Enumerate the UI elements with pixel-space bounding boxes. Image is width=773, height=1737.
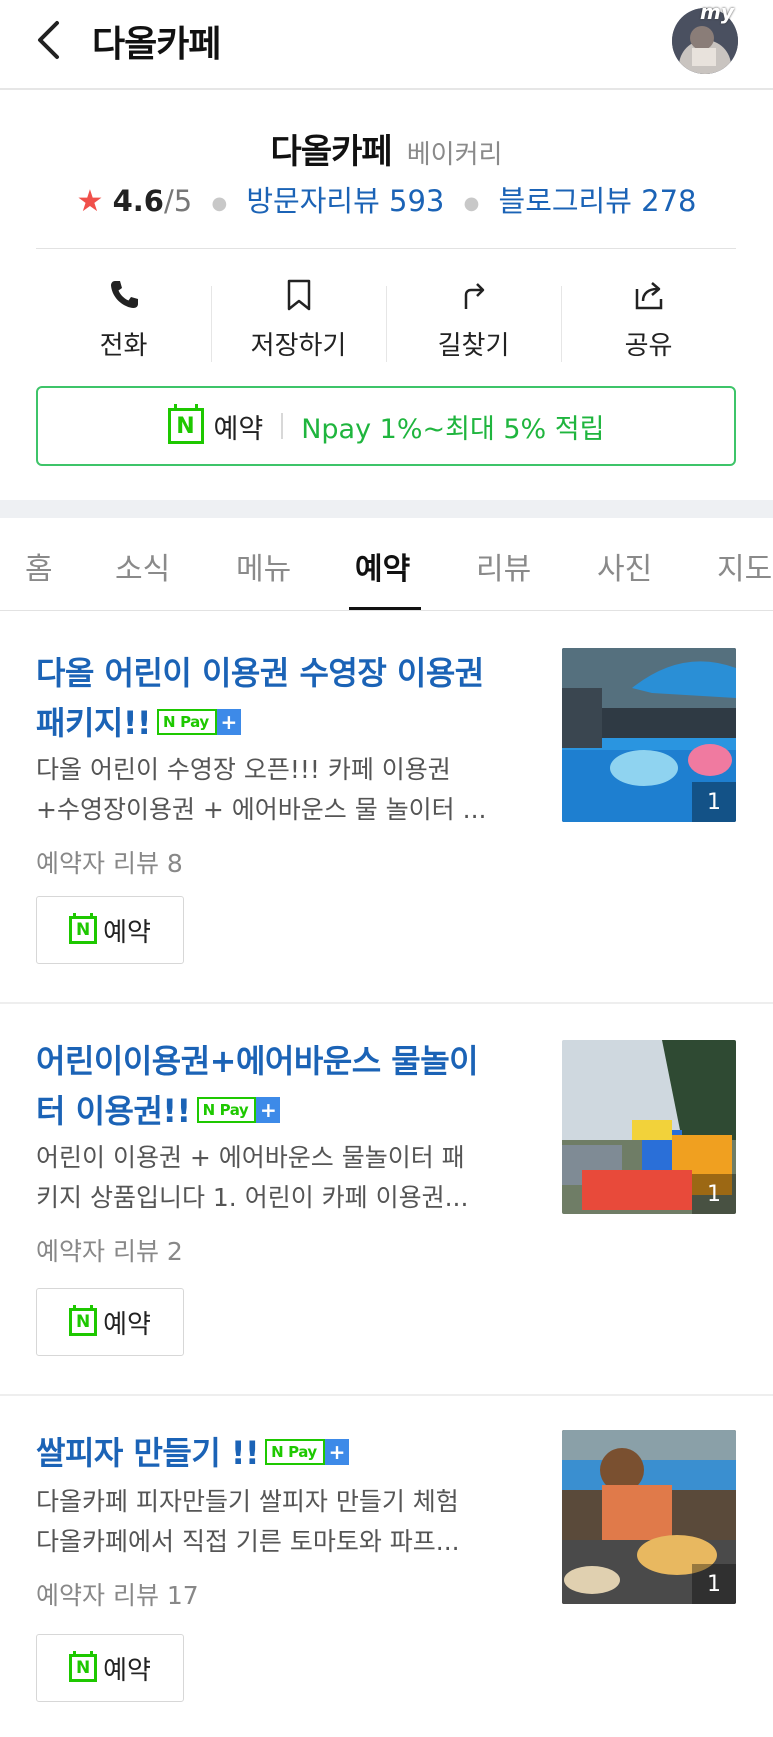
item-title-line: 쌀피자 만들기 !! xyxy=(36,1434,260,1472)
tab-map[interactable]: 지도 xyxy=(717,544,772,588)
directions-button[interactable]: 길찾기 xyxy=(386,264,561,374)
reserve-button-label: 예약 xyxy=(103,1309,151,1340)
item-description-line: 다올카페 피자만들기 쌀피자 만들기 체험 xyxy=(36,1487,459,1516)
divider xyxy=(281,413,284,439)
item-title[interactable]: 어린이이용권+에어바운스 물놀이 터 이용권!! N Pay + xyxy=(36,1036,526,1136)
share-icon xyxy=(635,281,662,309)
chevron-left-icon xyxy=(38,21,59,59)
item-thumbnail[interactable]: 1 xyxy=(562,1430,736,1604)
place-name: 다올카페 xyxy=(270,132,393,172)
reserve-button[interactable]: N 예약 xyxy=(36,1288,184,1356)
npay-benefit-text: Npay 1%~최대 5% 적립 xyxy=(301,413,605,445)
npay-plus-badge: N Pay + xyxy=(196,1097,281,1123)
tab-reviews[interactable]: 리뷰 xyxy=(476,544,531,588)
item-review-count: 예약자 리뷰 8 xyxy=(36,849,183,878)
action-label: 전화 xyxy=(99,330,148,361)
star-icon: ★ xyxy=(76,184,104,219)
item-description-line: 다올 어린이 수영장 오픈!!! 카페 이용권 xyxy=(36,755,451,784)
photo-count: 1 xyxy=(692,1174,736,1214)
dot-separator: ● xyxy=(463,192,480,214)
save-button[interactable]: 저장하기 xyxy=(211,264,386,374)
action-label: 저장하기 xyxy=(250,330,347,361)
npay-plus-badge: N Pay + xyxy=(157,709,241,735)
naver-booking-icon: N xyxy=(69,913,98,944)
item-title[interactable]: 쌀피자 만들기 !! N Pay + xyxy=(36,1428,526,1478)
photo-count: 1 xyxy=(692,1564,736,1604)
place-category: 베이커리 xyxy=(406,140,503,170)
rating-max: /5 xyxy=(163,184,193,218)
directions-icon xyxy=(464,282,484,309)
item-title-line: 터 이용권!! xyxy=(36,1092,191,1130)
divider xyxy=(36,248,736,249)
item-review-count: 예약자 리뷰 2 xyxy=(36,1237,183,1266)
photo-count: 1 xyxy=(692,782,736,822)
action-bar: 전화 저장하기 길찾기 공유 xyxy=(36,264,736,374)
blog-reviews-link[interactable]: 블로그리뷰 278 xyxy=(499,184,697,218)
item-description-line: 어린이 이용권 + 에어바운스 물놀이터 패 xyxy=(36,1143,465,1172)
share-button[interactable]: 공유 xyxy=(561,264,736,374)
item-title-line: 어린이이용권+에어바운스 물놀이 xyxy=(36,1042,479,1080)
tab-bar: 홈 소식 메뉴 예약 리뷰 사진 지도 xyxy=(0,518,773,611)
tab-photos[interactable]: 사진 xyxy=(597,544,652,588)
item-description-line: +수영장이용권 + 에어바운스 물 놀이터 ... xyxy=(36,795,487,824)
active-tab-indicator xyxy=(349,607,421,610)
phone-icon xyxy=(110,280,138,308)
item-thumbnail[interactable]: 1 xyxy=(562,1040,736,1214)
place-info: 다올카페 베이커리 ★ 4.6/5 ● 방문자리뷰 593 ● 블로그리뷰 27… xyxy=(0,92,773,500)
tab-menu[interactable]: 메뉴 xyxy=(236,544,291,588)
item-title[interactable]: 다올 어린이 이용권 수영장 이용권 패키지!! N Pay + xyxy=(36,648,526,748)
visitor-reviews-link[interactable]: 방문자리뷰 593 xyxy=(246,184,444,218)
back-button[interactable] xyxy=(28,18,68,62)
action-label: 길찾기 xyxy=(437,330,510,361)
naver-booking-icon: N xyxy=(167,404,204,444)
npay-badge-label: Pay xyxy=(219,1101,249,1119)
avatar-badge: my xyxy=(700,0,734,24)
npay-badge-label: Pay xyxy=(288,1443,317,1461)
reserve-button[interactable]: N 예약 xyxy=(36,896,184,964)
booking-item[interactable]: 다올 어린이 이용권 수영장 이용권 패키지!! N Pay + 다올 어린이 수영장… xyxy=(0,612,773,1002)
dot-separator: ● xyxy=(211,192,228,214)
item-title-line: 다올 어린이 이용권 수영장 이용권 xyxy=(36,654,484,692)
item-description: 다올카페 피자만들기 쌀피자 만들기 체험 다올카페에서 직접 기른 토마토와 … xyxy=(36,1482,531,1562)
tab-home[interactable]: 홈 xyxy=(25,544,53,588)
item-description: 어린이 이용권 + 에어바운스 물놀이터 패 키지 상품입니다 1. 어린이 카… xyxy=(36,1138,531,1218)
call-button[interactable]: 전화 xyxy=(36,264,211,374)
place-header: 다올카페 베이커리 xyxy=(0,124,773,173)
naver-booking-icon: N xyxy=(69,1305,98,1336)
item-thumbnail[interactable]: 1 xyxy=(562,648,736,822)
item-title-line: 패키지!! xyxy=(36,704,152,742)
booking-item[interactable]: 쌀피자 만들기 !! N Pay + 다올카페 피자만들기 쌀피자 만들기 체험 다올… xyxy=(0,1396,773,1737)
reserve-button-label: 예약 xyxy=(103,1655,151,1686)
action-label: 공유 xyxy=(624,330,673,361)
item-review-count: 예약자 리뷰 17 xyxy=(36,1581,199,1610)
item-description-line: 키지 상품입니다 1. 어린이 카페 이용권... xyxy=(36,1183,469,1212)
page-title: 다올카페 xyxy=(92,24,221,65)
naver-booking-icon: N xyxy=(69,1651,98,1682)
rating-row: ★ 4.6/5 ● 방문자리뷰 593 ● 블로그리뷰 278 xyxy=(0,178,773,220)
reserve-button[interactable]: N 예약 xyxy=(36,1634,184,1702)
npay-plus-badge: N Pay + xyxy=(265,1439,349,1465)
tab-news[interactable]: 소식 xyxy=(115,544,170,588)
reserve-button-label: 예약 xyxy=(103,917,151,948)
item-description-line: 다올카페에서 직접 기른 토마토와 파프... xyxy=(36,1527,460,1556)
tab-reservation[interactable]: 예약 xyxy=(355,544,410,588)
booking-item[interactable]: 어린이이용권+에어바운스 물놀이 터 이용권!! N Pay + 어린이 이용권 + … xyxy=(0,1004,773,1394)
item-description: 다올 어린이 수영장 오픈!!! 카페 이용권 +수영장이용권 + 에어바운스 … xyxy=(36,750,531,830)
bookmark-icon xyxy=(287,279,310,310)
npay-reserve-label: 예약 xyxy=(213,413,264,445)
npay-badge-label: Pay xyxy=(180,713,209,731)
top-app-bar: 다올카페 my xyxy=(0,0,773,90)
rating-score: 4.6 xyxy=(112,184,164,218)
section-divider xyxy=(0,500,773,518)
npay-reserve-banner[interactable]: N 예약 Npay 1%~최대 5% 적립 xyxy=(36,386,736,466)
